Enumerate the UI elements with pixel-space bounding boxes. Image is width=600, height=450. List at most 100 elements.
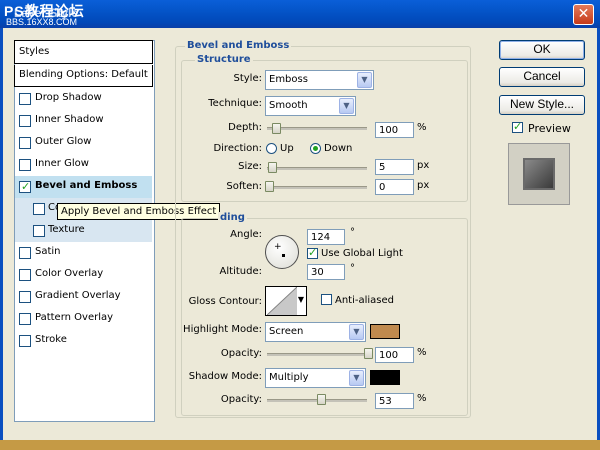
style-item-label: Drop Shadow xyxy=(35,92,102,103)
highlight-opacity-track[interactable] xyxy=(267,353,367,356)
chevron-down-icon[interactable]: ▼ xyxy=(339,98,354,114)
angle-label: Angle: xyxy=(230,229,262,240)
style-item-outer-glow[interactable]: Outer Glow xyxy=(15,132,152,154)
style-item-color-overlay[interactable]: Color Overlay xyxy=(15,264,152,286)
shadow-opacity-input[interactable]: 53 xyxy=(375,393,414,409)
soften-unit: px xyxy=(417,180,430,191)
checkbox[interactable] xyxy=(19,291,31,303)
chevron-down-icon[interactable]: ▼ xyxy=(357,72,372,88)
angle-center-dot xyxy=(282,254,285,257)
gloss-contour-picker[interactable]: ▼ xyxy=(265,286,307,316)
style-item-label: Gradient Overlay xyxy=(35,290,121,301)
check-icon: ✓ xyxy=(308,246,318,259)
blending-options-item[interactable]: Blending Options: Default xyxy=(14,65,153,87)
chevron-down-icon[interactable]: ▼ xyxy=(349,324,364,340)
highlight-color-swatch[interactable] xyxy=(370,324,400,339)
watermark-url: BBS.16XX8.COM xyxy=(6,17,78,27)
contour-curve-icon xyxy=(267,287,297,315)
styles-header[interactable]: Styles xyxy=(14,40,153,64)
style-item-inner-glow[interactable]: Inner Glow xyxy=(15,154,152,176)
checkbox[interactable] xyxy=(19,93,31,105)
shadow-opacity-unit: % xyxy=(417,393,427,404)
direction-down-label: Down xyxy=(324,143,353,154)
anti-aliased-checkbox[interactable] xyxy=(321,294,332,305)
preview-swatch xyxy=(523,158,555,190)
technique-select[interactable]: Smooth ▼ xyxy=(265,96,356,116)
bevel-emboss-title: Bevel and Emboss xyxy=(185,40,292,51)
depth-slider-track[interactable] xyxy=(267,127,367,130)
new-style-button[interactable]: New Style... xyxy=(499,95,585,115)
highlight-opacity-input[interactable]: 100 xyxy=(375,347,414,363)
style-item-texture[interactable]: Texture xyxy=(15,220,152,242)
style-item-inner-shadow[interactable]: Inner Shadow xyxy=(15,110,152,132)
check-icon: ✓ xyxy=(513,120,523,133)
cancel-button[interactable]: Cancel xyxy=(499,67,585,87)
depth-unit: % xyxy=(417,122,427,133)
style-item-drop-shadow[interactable]: Drop Shadow xyxy=(15,88,152,110)
chevron-down-icon[interactable]: ▼ xyxy=(298,295,304,304)
style-item-label: Satin xyxy=(35,246,61,257)
direction-label: Direction: xyxy=(213,143,262,154)
depth-label: Depth: xyxy=(228,122,262,133)
soften-label: Soften: xyxy=(226,181,262,192)
direction-up-radio[interactable] xyxy=(266,143,277,154)
style-item-label: Bevel and Emboss xyxy=(35,180,138,191)
gloss-contour-label: Gloss Contour: xyxy=(188,296,262,307)
anti-aliased-label: Anti-aliased xyxy=(335,295,395,306)
checkbox[interactable] xyxy=(19,335,31,347)
depth-input[interactable]: 100 xyxy=(375,122,414,138)
style-item-gradient-overlay[interactable]: Gradient Overlay xyxy=(15,286,152,308)
checkbox-checked[interactable]: ✓ xyxy=(19,180,31,193)
style-item-pattern-overlay[interactable]: Pattern Overlay xyxy=(15,308,152,330)
size-input[interactable]: 5 xyxy=(375,159,414,175)
style-item-stroke[interactable]: Stroke xyxy=(15,330,152,352)
direction-down-radio[interactable] xyxy=(310,143,321,154)
style-item-label: Pattern Overlay xyxy=(35,312,114,323)
highlight-mode-select[interactable]: Screen ▼ xyxy=(265,322,366,342)
style-item-satin[interactable]: Satin xyxy=(15,242,152,264)
shadow-mode-value: Multiply xyxy=(269,372,309,383)
soften-slider-thumb[interactable] xyxy=(265,181,274,192)
background-strip xyxy=(0,440,600,450)
angle-input[interactable]: 124 xyxy=(307,229,345,245)
checkbox[interactable] xyxy=(19,137,31,149)
shadow-opacity-thumb[interactable] xyxy=(317,394,326,405)
ok-button[interactable]: OK xyxy=(499,40,585,60)
size-unit: px xyxy=(417,160,430,171)
style-item-label: Color Overlay xyxy=(35,268,104,279)
checkbox[interactable] xyxy=(19,115,31,127)
styles-list: Styles Blending Options: Default Drop Sh… xyxy=(14,40,155,422)
soften-input[interactable]: 0 xyxy=(375,179,414,195)
style-select[interactable]: Emboss ▼ xyxy=(265,70,374,90)
shadow-color-swatch[interactable] xyxy=(370,370,400,385)
angle-unit: ° xyxy=(350,227,355,238)
preview-checkbox[interactable]: ✓ xyxy=(512,120,523,133)
chevron-down-icon[interactable]: ▼ xyxy=(349,370,364,386)
check-icon: ✓ xyxy=(21,180,31,193)
close-button[interactable]: ✕ xyxy=(573,4,594,25)
preview-label: Preview xyxy=(528,122,571,135)
checkbox[interactable] xyxy=(19,269,31,281)
checkbox[interactable] xyxy=(33,203,45,215)
size-slider-track[interactable] xyxy=(267,167,367,170)
technique-value: Smooth xyxy=(269,100,308,111)
crosshair-icon: + xyxy=(274,242,282,252)
depth-slider-thumb[interactable] xyxy=(272,123,281,134)
shadow-mode-select[interactable]: Multiply ▼ xyxy=(265,368,366,388)
direction-up-label: Up xyxy=(280,143,294,154)
shading-title: ding xyxy=(218,212,247,223)
style-item-bevel-emboss[interactable]: ✓ Bevel and Emboss xyxy=(15,176,152,198)
size-slider-thumb[interactable] xyxy=(268,162,277,173)
checkbox[interactable] xyxy=(33,225,45,237)
checkbox[interactable] xyxy=(19,247,31,259)
checkbox[interactable] xyxy=(19,159,31,171)
soften-slider-track[interactable] xyxy=(267,186,367,189)
technique-label: Technique: xyxy=(208,98,262,109)
checkbox[interactable] xyxy=(19,313,31,325)
global-light-label: Use Global Light xyxy=(321,248,403,259)
structure-title: Structure xyxy=(195,54,253,65)
global-light-checkbox[interactable]: ✓ xyxy=(307,246,318,259)
altitude-input[interactable]: 30 xyxy=(307,264,345,280)
angle-dial[interactable]: + xyxy=(265,235,299,269)
highlight-opacity-thumb[interactable] xyxy=(364,348,373,359)
